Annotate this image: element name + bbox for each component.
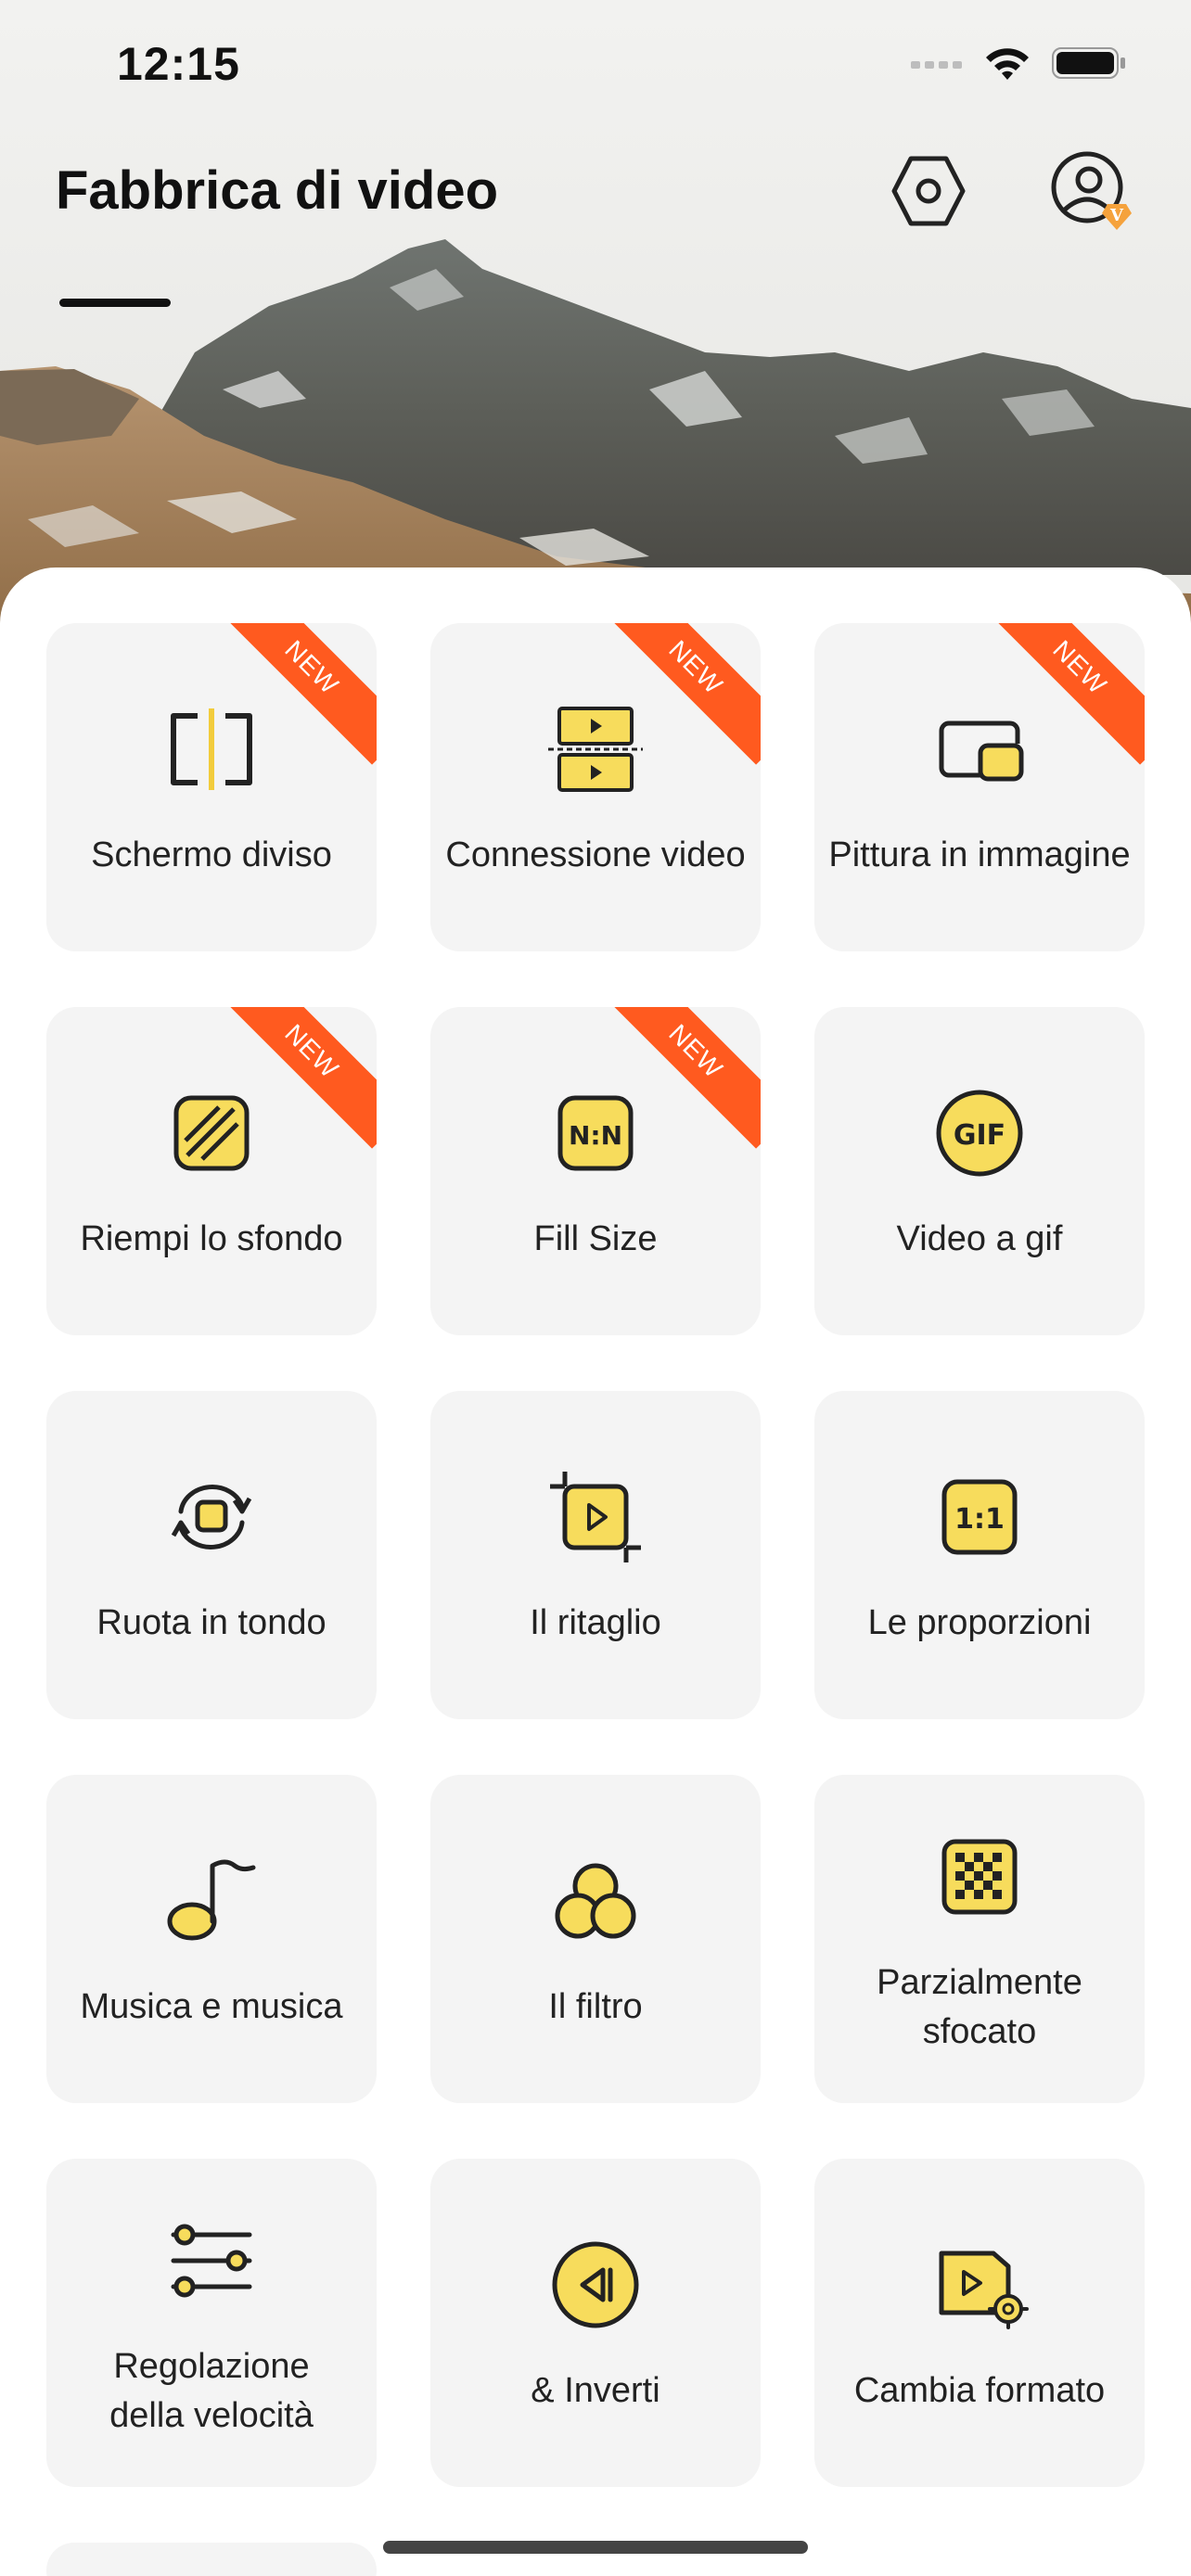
tool-label: Video a gif [896,1219,1063,1259]
tool-label: Le proporzioni [867,1603,1092,1643]
rotate-icon [171,1485,252,1550]
tool-picture-in-picture[interactable]: NEW Pittura in immagine [814,623,1145,951]
crop-icon [550,1472,641,1563]
home-indicator [383,2541,808,2554]
tool-fill-background[interactable]: NEW Riempi lo sfondo [46,1007,377,1335]
tool-reverse[interactable]: & Inverti [430,2159,761,2487]
wifi-icon [986,48,1029,80]
tools-sheet: NEW Schermo diviso NEW Connessione video… [0,567,1191,2576]
page-title: Fabbrica di video [56,160,498,221]
music-note-icon [167,1859,256,1941]
tools-grid: NEW Schermo diviso NEW Connessione video… [46,623,1145,2576]
format-change-icon [939,2251,1029,2330]
fill-background-icon [173,1095,250,1171]
tool-fill-size[interactable]: NEW N:N Fill Size [430,1007,761,1335]
split-screen-icon [171,708,252,791]
tool-label: Musica e musica [80,1987,343,2027]
profile-button[interactable]: V [1046,147,1139,239]
tool-tile-partial[interactable] [46,2543,377,2576]
tool-video-connect[interactable]: NEW Connessione video [430,623,761,951]
mosaic-icon [941,1839,1018,1915]
vip-badge-text: V [1109,206,1124,225]
tool-change-format[interactable]: Cambia formato [814,2159,1145,2487]
tool-speed-adjust[interactable]: Regolazione della velocità [46,2159,377,2487]
gif-icon: GIF [936,1090,1023,1177]
tool-split-screen[interactable]: NEW Schermo diviso [46,623,377,951]
fill-size-icon-text: N:N [569,1120,622,1151]
tool-music[interactable]: Musica e musica [46,1775,377,2103]
fill-size-icon: N:N [557,1095,634,1171]
tool-label: Il ritaglio [530,1603,661,1643]
tool-label: Riempi lo sfondo [80,1219,343,1259]
cellular-signal-icon [911,61,962,69]
tool-partial-blur[interactable]: Parzialmente sfocato [814,1775,1145,2103]
settings-button[interactable] [889,151,968,231]
reverse-icon [552,2241,639,2328]
tool-label: Schermo diviso [91,835,332,875]
tool-label: & Inverti [531,2371,660,2411]
settings-hexagon-icon [891,156,966,226]
tool-label: Cambia formato [853,2371,1106,2411]
tool-label: Ruota in tondo [96,1603,327,1643]
tool-crop[interactable]: Il ritaglio [430,1391,761,1719]
tool-filter[interactable]: Il filtro [430,1775,761,2103]
tool-label: Il filtro [548,1987,643,2027]
tool-label: Connessione video [445,835,746,875]
aspect-ratio-icon: 1:1 [941,1479,1018,1555]
tool-aspect-ratio[interactable]: 1:1 Le proporzioni [814,1391,1145,1719]
title-underline [59,299,171,307]
video-connect-icon [548,707,643,793]
picture-in-picture-icon [939,721,1024,782]
tool-label: Pittura in immagine [828,835,1131,875]
status-time: 12:15 [117,38,240,90]
tool-video-to-gif[interactable]: GIF Video a gif [814,1007,1145,1335]
tool-label: Parzialmente sfocato [877,1962,1082,2051]
speed-sliders-icon [171,2224,252,2298]
tool-rotate[interactable]: Ruota in tondo [46,1391,377,1719]
status-icons [911,45,1126,82]
aspect-ratio-icon-text: 1:1 [954,1503,1005,1536]
tool-label: Regolazione della velocità [109,2346,314,2435]
battery-icon [1052,47,1125,79]
filter-icon [555,1863,636,1939]
gif-icon-text: GIF [954,1119,1005,1152]
status-bar: 12:15 [0,0,1191,130]
tool-label: Fill Size [533,1219,658,1259]
user-avatar-icon: V [1051,151,1132,230]
